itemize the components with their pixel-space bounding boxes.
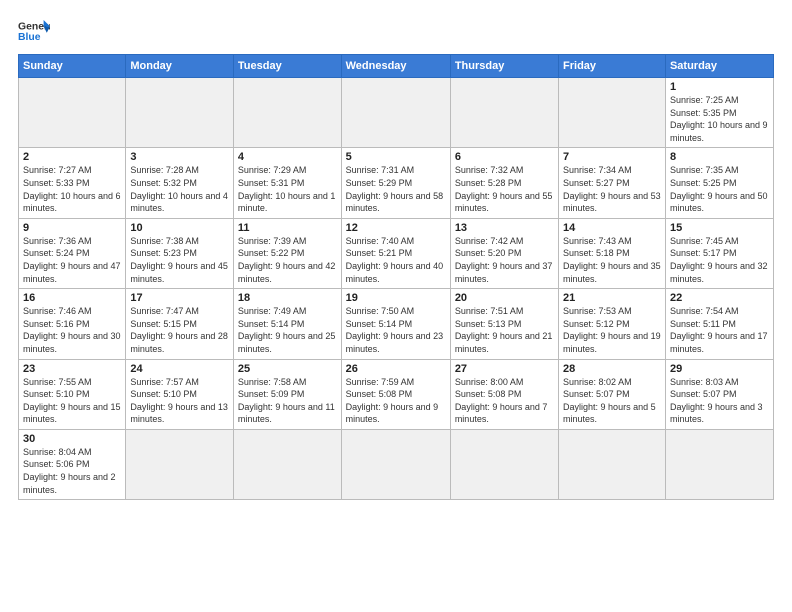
table-row: 22Sunrise: 7:54 AM Sunset: 5:11 PM Dayli…: [665, 289, 773, 359]
table-row: 6Sunrise: 7:32 AM Sunset: 5:28 PM Daylig…: [450, 148, 558, 218]
table-row: [19, 78, 126, 148]
table-row: [126, 429, 234, 499]
table-row: 30Sunrise: 8:04 AM Sunset: 5:06 PM Dayli…: [19, 429, 126, 499]
table-row: 20Sunrise: 7:51 AM Sunset: 5:13 PM Dayli…: [450, 289, 558, 359]
table-row: 27Sunrise: 8:00 AM Sunset: 5:08 PM Dayli…: [450, 359, 558, 429]
table-row: 3Sunrise: 7:28 AM Sunset: 5:32 PM Daylig…: [126, 148, 234, 218]
table-row: 4Sunrise: 7:29 AM Sunset: 5:31 PM Daylig…: [233, 148, 341, 218]
col-saturday: Saturday: [665, 55, 773, 78]
table-row: [665, 429, 773, 499]
table-row: 26Sunrise: 7:59 AM Sunset: 5:08 PM Dayli…: [341, 359, 450, 429]
table-row: [233, 78, 341, 148]
col-thursday: Thursday: [450, 55, 558, 78]
table-row: 29Sunrise: 8:03 AM Sunset: 5:07 PM Dayli…: [665, 359, 773, 429]
table-row: 23Sunrise: 7:55 AM Sunset: 5:10 PM Dayli…: [19, 359, 126, 429]
calendar-header-row: Sunday Monday Tuesday Wednesday Thursday…: [19, 55, 774, 78]
col-sunday: Sunday: [19, 55, 126, 78]
table-row: [559, 78, 666, 148]
table-row: 17Sunrise: 7:47 AM Sunset: 5:15 PM Dayli…: [126, 289, 234, 359]
table-row: [450, 429, 558, 499]
table-row: 25Sunrise: 7:58 AM Sunset: 5:09 PM Dayli…: [233, 359, 341, 429]
calendar-table: Sunday Monday Tuesday Wednesday Thursday…: [18, 54, 774, 500]
table-row: 18Sunrise: 7:49 AM Sunset: 5:14 PM Dayli…: [233, 289, 341, 359]
table-row: 13Sunrise: 7:42 AM Sunset: 5:20 PM Dayli…: [450, 218, 558, 288]
logo: General Blue: [18, 18, 50, 46]
table-row: 19Sunrise: 7:50 AM Sunset: 5:14 PM Dayli…: [341, 289, 450, 359]
table-row: [341, 78, 450, 148]
col-tuesday: Tuesday: [233, 55, 341, 78]
col-friday: Friday: [559, 55, 666, 78]
table-row: 14Sunrise: 7:43 AM Sunset: 5:18 PM Dayli…: [559, 218, 666, 288]
table-row: 12Sunrise: 7:40 AM Sunset: 5:21 PM Dayli…: [341, 218, 450, 288]
table-row: [126, 78, 234, 148]
table-row: 5Sunrise: 7:31 AM Sunset: 5:29 PM Daylig…: [341, 148, 450, 218]
table-row: 8Sunrise: 7:35 AM Sunset: 5:25 PM Daylig…: [665, 148, 773, 218]
table-row: 24Sunrise: 7:57 AM Sunset: 5:10 PM Dayli…: [126, 359, 234, 429]
table-row: 9Sunrise: 7:36 AM Sunset: 5:24 PM Daylig…: [19, 218, 126, 288]
generalblue-logo-icon: General Blue: [18, 18, 50, 46]
col-wednesday: Wednesday: [341, 55, 450, 78]
table-row: 28Sunrise: 8:02 AM Sunset: 5:07 PM Dayli…: [559, 359, 666, 429]
table-row: 15Sunrise: 7:45 AM Sunset: 5:17 PM Dayli…: [665, 218, 773, 288]
table-row: 11Sunrise: 7:39 AM Sunset: 5:22 PM Dayli…: [233, 218, 341, 288]
table-row: 10Sunrise: 7:38 AM Sunset: 5:23 PM Dayli…: [126, 218, 234, 288]
col-monday: Monday: [126, 55, 234, 78]
svg-text:Blue: Blue: [18, 32, 41, 43]
table-row: [450, 78, 558, 148]
header: General Blue: [18, 18, 774, 46]
table-row: [233, 429, 341, 499]
table-row: 2Sunrise: 7:27 AM Sunset: 5:33 PM Daylig…: [19, 148, 126, 218]
table-row: [559, 429, 666, 499]
table-row: 16Sunrise: 7:46 AM Sunset: 5:16 PM Dayli…: [19, 289, 126, 359]
table-row: 21Sunrise: 7:53 AM Sunset: 5:12 PM Dayli…: [559, 289, 666, 359]
table-row: 1Sunrise: 7:25 AM Sunset: 5:35 PM Daylig…: [665, 78, 773, 148]
table-row: [341, 429, 450, 499]
table-row: 7Sunrise: 7:34 AM Sunset: 5:27 PM Daylig…: [559, 148, 666, 218]
